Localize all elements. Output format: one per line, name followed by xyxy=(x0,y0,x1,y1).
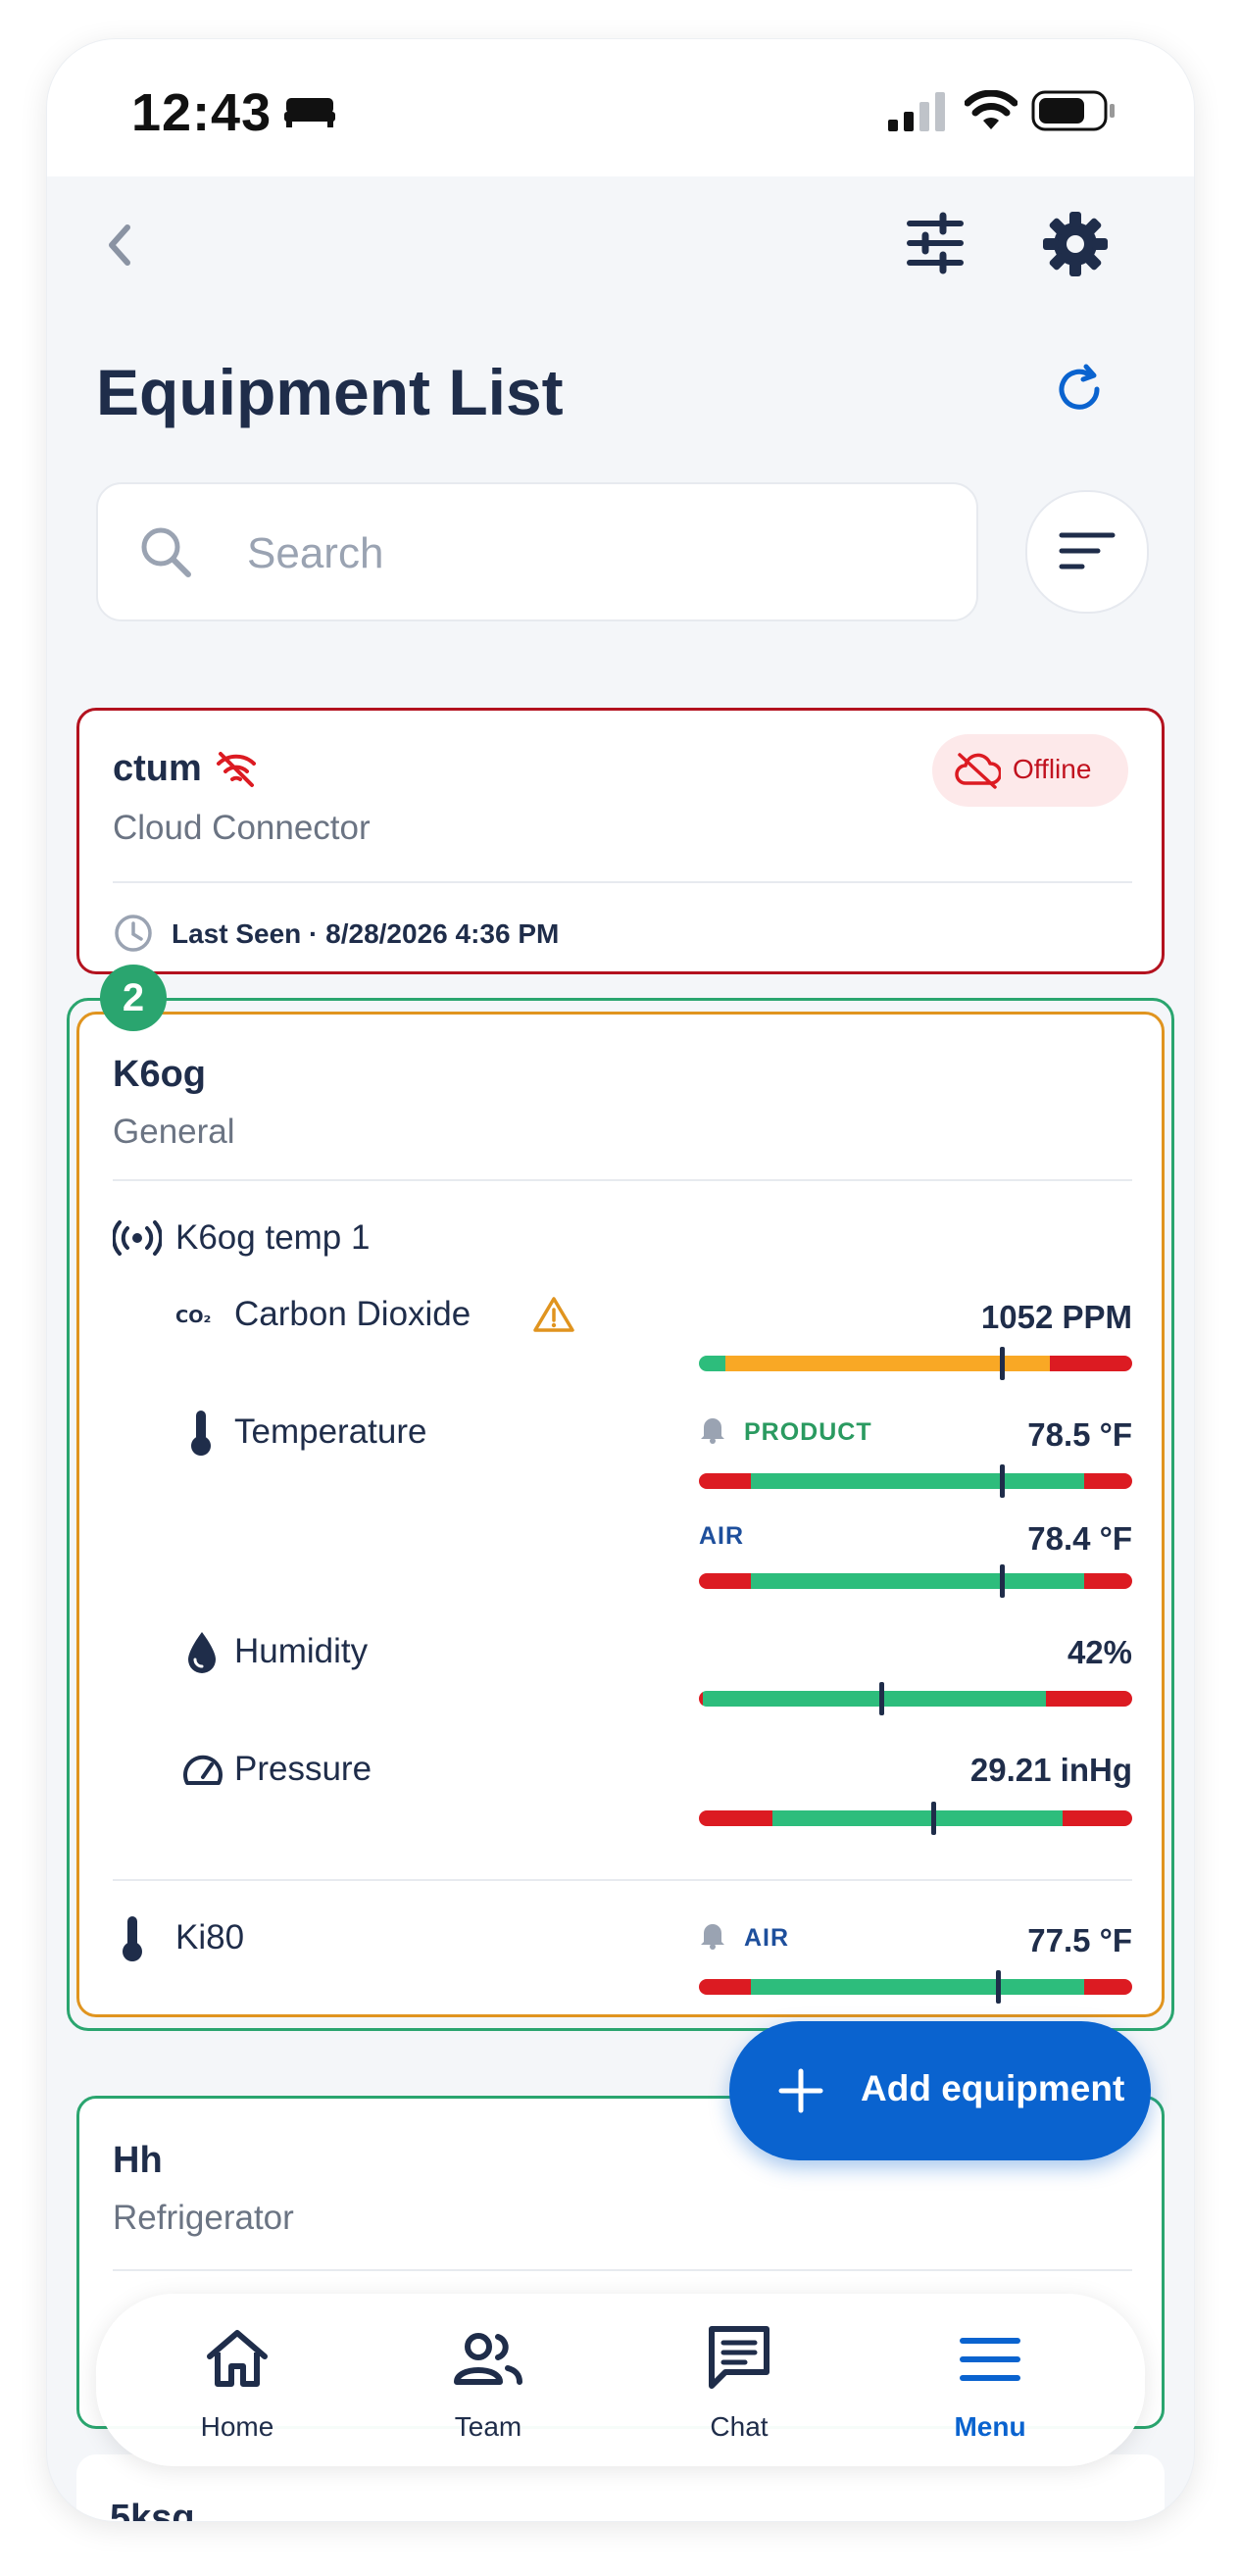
co2-marker xyxy=(1000,1347,1006,1380)
reading-value: 42% xyxy=(1067,1634,1132,1670)
reading-label: Humidity xyxy=(234,1632,369,1670)
home-icon xyxy=(207,2330,268,2387)
sliders-icon[interactable] xyxy=(904,212,967,274)
bottom-tab-bar: Home Team Chat Menu xyxy=(96,2294,1145,2466)
equipment-name: K6og xyxy=(113,1054,206,1095)
chat-icon xyxy=(709,2326,769,2389)
thermometer-icon xyxy=(191,1411,211,1456)
phone-screen: 12:43 Equipment List Search ctum Offline… xyxy=(47,39,1194,2521)
co2-icon: CO₂ xyxy=(175,1307,211,1327)
gear-icon[interactable] xyxy=(1043,212,1108,276)
sensor-name: Ki80 xyxy=(175,1918,245,1957)
clock-icon xyxy=(115,915,152,952)
divider xyxy=(113,2269,1132,2271)
wifi-off-icon xyxy=(217,752,256,787)
product-temp-range-bar xyxy=(699,1473,1132,1489)
pressure-gauge-icon xyxy=(183,1755,223,1785)
bell-icon xyxy=(701,1924,724,1950)
ki80-marker xyxy=(995,1970,1001,2004)
tab-team[interactable]: Team xyxy=(390,2294,586,2466)
search-placeholder: Search xyxy=(247,529,384,577)
status-text: Offline xyxy=(1013,754,1092,784)
air-tag: AIR xyxy=(744,1924,790,1952)
equipment-type: Refrigerator xyxy=(113,2199,294,2237)
tab-label: Menu xyxy=(954,2411,1026,2442)
tab-chat[interactable]: Chat xyxy=(641,2294,837,2466)
ki80-range-bar xyxy=(699,1979,1132,1995)
refresh-icon[interactable] xyxy=(1051,361,1108,418)
search-input[interactable]: Search xyxy=(96,482,978,621)
wifi-icon xyxy=(965,90,1018,129)
plus-icon xyxy=(778,2068,823,2113)
tab-home[interactable]: Home xyxy=(139,2294,335,2466)
reading-label: Temperature xyxy=(234,1412,427,1451)
sensor-broadcast-icon xyxy=(113,1220,162,1256)
air-temp-range-bar xyxy=(699,1573,1132,1589)
reading-label: Carbon Dioxide xyxy=(234,1295,472,1333)
equipment-card-ctum[interactable]: ctum Offline Cloud Connector Last Seen ·… xyxy=(76,708,1165,974)
equipment-type: Cloud Connector xyxy=(113,809,371,847)
sensor-name: K6og temp 1 xyxy=(175,1218,371,1257)
add-equipment-label: Add equipment xyxy=(861,2068,1125,2108)
back-chevron-icon[interactable] xyxy=(100,216,139,274)
page-title: Equipment List xyxy=(96,356,564,428)
thermometer-icon xyxy=(123,1916,142,1961)
bell-icon xyxy=(701,1418,724,1444)
svg-text:CO₂: CO₂ xyxy=(175,1307,211,1327)
team-icon xyxy=(454,2333,522,2385)
status-time: 12:43 xyxy=(131,83,273,142)
cellular-signal-icon xyxy=(888,92,945,131)
humidity-marker xyxy=(878,1682,884,1715)
humidity-range-bar xyxy=(699,1691,1132,1707)
tab-label: Team xyxy=(454,2411,522,2442)
reading-value: 29.21 inHg xyxy=(969,1752,1132,1788)
tab-menu[interactable]: Menu xyxy=(892,2294,1088,2466)
pressure-range-bar xyxy=(699,1810,1132,1826)
air-temp-marker xyxy=(1000,1564,1006,1598)
status-badge: Offline xyxy=(932,734,1128,807)
reading-value: 1052 PPM xyxy=(980,1299,1132,1335)
status-bar: 12:43 xyxy=(47,39,1194,176)
product-temp-marker xyxy=(1000,1464,1006,1498)
air-tag: AIR xyxy=(699,1522,745,1550)
pressure-marker xyxy=(930,1802,936,1835)
reading-value: 78.4 °F xyxy=(1027,1520,1132,1557)
menu-icon xyxy=(960,2338,1020,2381)
cloud-off-icon xyxy=(955,753,1001,789)
sort-button[interactable] xyxy=(1025,490,1149,614)
battery-icon xyxy=(1031,90,1115,131)
sleep-mode-icon xyxy=(284,98,335,127)
reading-label: Pressure xyxy=(234,1750,372,1788)
equipment-name: 5ksg xyxy=(110,2498,195,2521)
divider xyxy=(113,1179,1132,1181)
equipment-card-k6og[interactable]: K6og General K6og temp 1 CO₂ Carbon Diox… xyxy=(76,1012,1165,2017)
add-equipment-button[interactable]: Add equipment xyxy=(729,2021,1151,2160)
search-icon xyxy=(141,527,191,577)
last-seen: Last Seen · 8/28/2026 4:36 PM xyxy=(172,918,560,949)
tab-label: Chat xyxy=(710,2411,769,2442)
tab-label: Home xyxy=(200,2411,274,2442)
group-count-badge: 2 xyxy=(100,965,167,1031)
equipment-name: ctum xyxy=(113,748,202,789)
co2-range-bar xyxy=(699,1356,1132,1371)
sort-icon xyxy=(1059,532,1116,570)
divider xyxy=(113,1879,1132,1881)
equipment-name: Hh xyxy=(113,2140,163,2181)
equipment-type: General xyxy=(113,1113,235,1151)
reading-value: 78.5 °F xyxy=(1027,1416,1132,1453)
warning-icon xyxy=(533,1297,574,1332)
humidity-drop-icon xyxy=(188,1632,216,1673)
divider xyxy=(113,881,1132,883)
reading-value: 77.5 °F xyxy=(1027,1922,1132,1958)
